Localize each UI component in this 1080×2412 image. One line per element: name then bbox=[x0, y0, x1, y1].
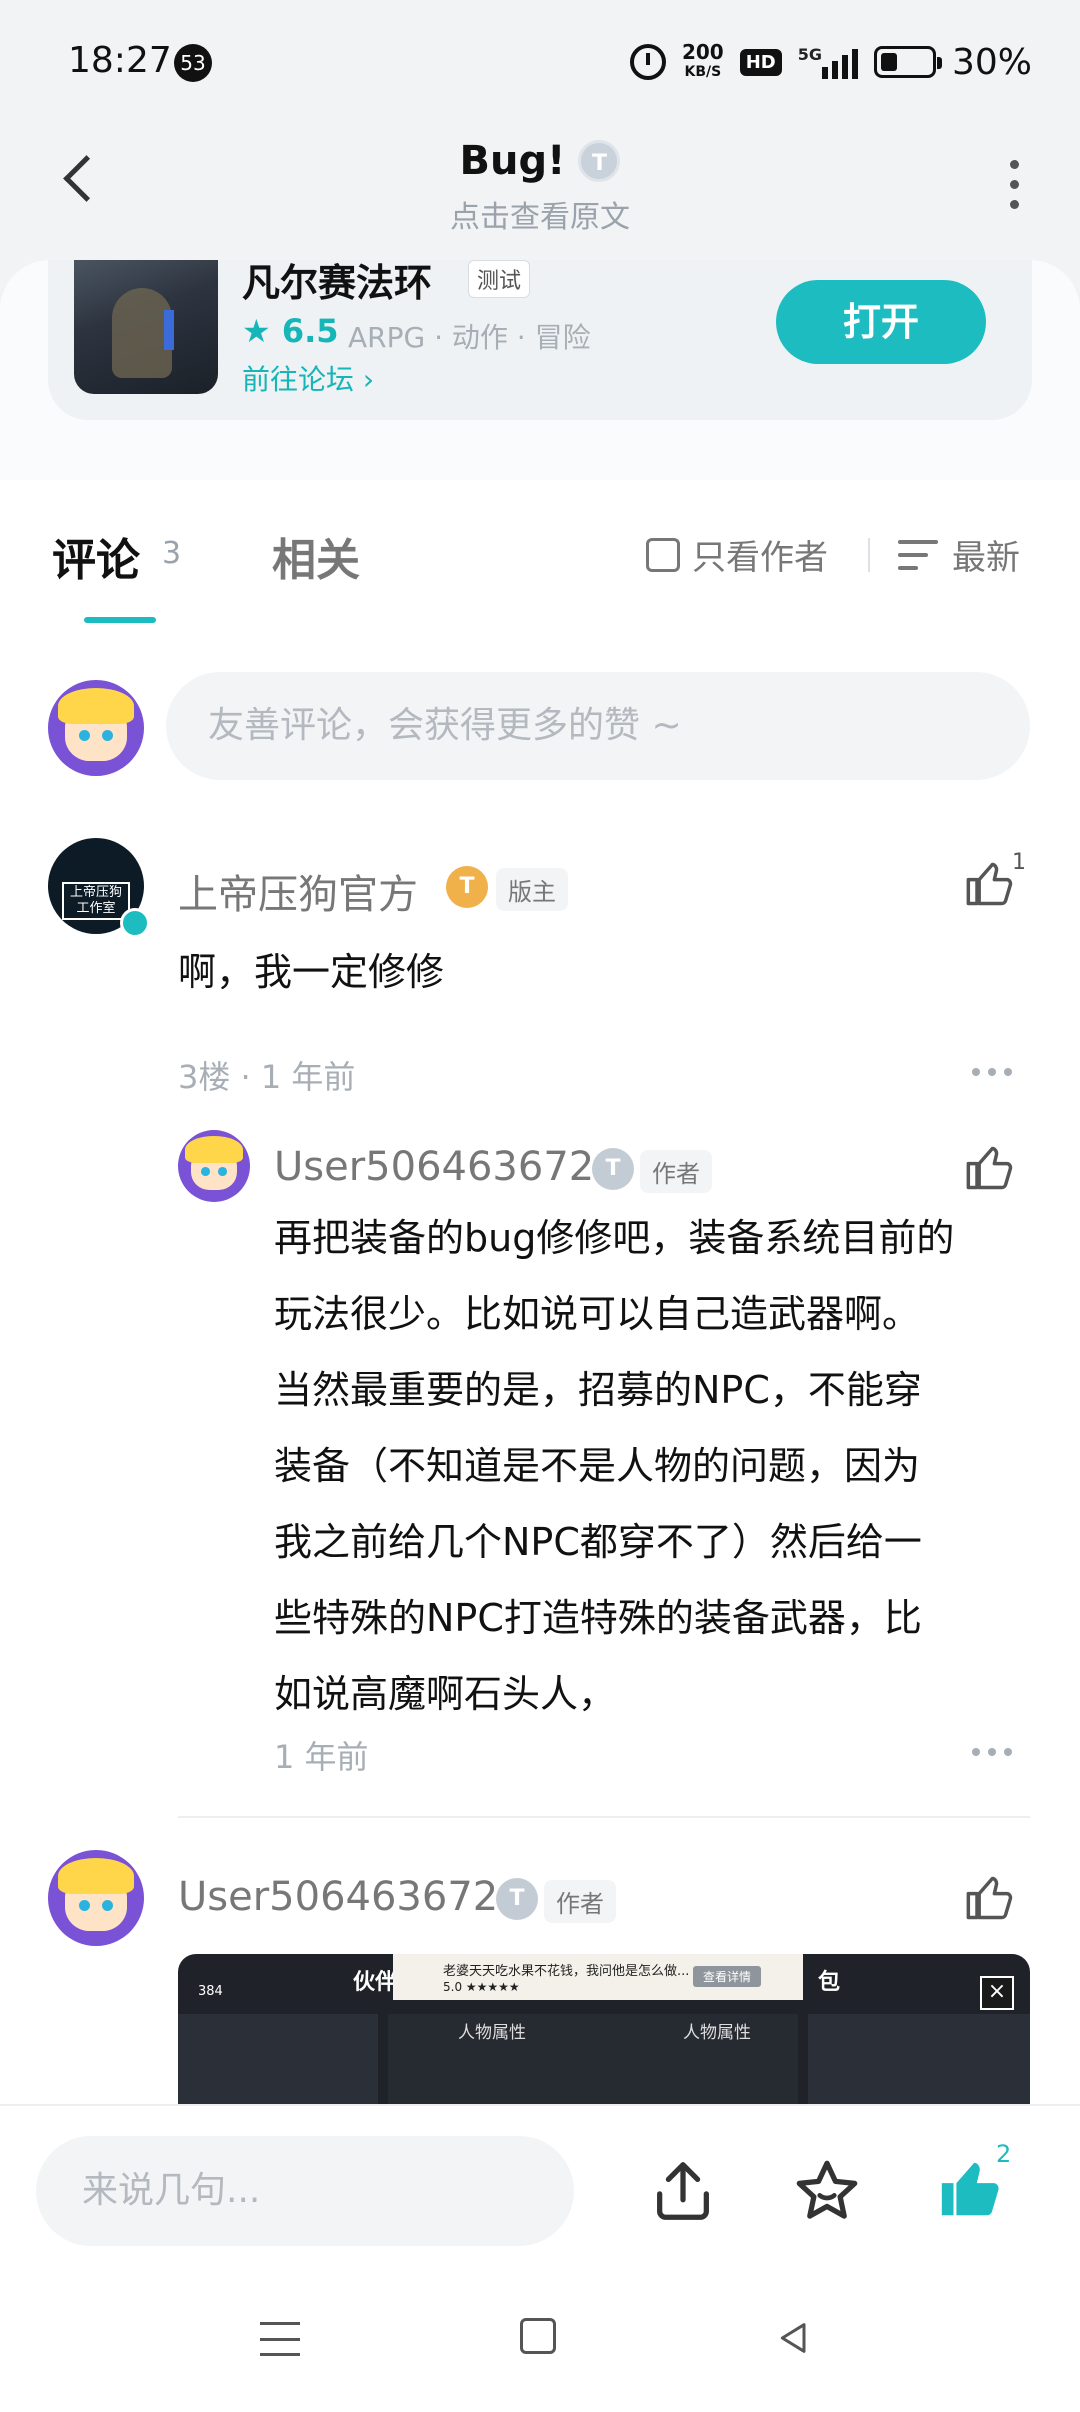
comment-username[interactable]: User506463672 bbox=[178, 1874, 498, 1920]
game-genre: ARPG · 动作 · 冒险 bbox=[348, 321, 591, 354]
reply-avatar[interactable] bbox=[178, 1130, 250, 1202]
signal-icon: 5G bbox=[798, 45, 858, 79]
moderator-tag: 版主 bbox=[496, 868, 568, 911]
comment-text: 啊，我一定修修 bbox=[178, 950, 445, 994]
battery-percent: 30% bbox=[951, 41, 1032, 83]
forum-link[interactable]: 前往论坛 › bbox=[242, 358, 374, 398]
bottom-action-bar: 来说几句... 2 bbox=[0, 2104, 1080, 2254]
post-like-count: 2 bbox=[996, 2140, 1012, 2168]
author-only-filter[interactable]: 只看作者 bbox=[646, 530, 828, 579]
status-bar: 18:27 53 200 KB/S HD 5G 30% bbox=[0, 0, 1080, 120]
user-level-badge: T bbox=[496, 1878, 538, 1920]
user-level-badge: T bbox=[446, 866, 488, 908]
game-rating: ★ 6.5 bbox=[242, 312, 339, 350]
thumb-up-icon[interactable] bbox=[964, 858, 1016, 910]
tab-comments[interactable]: 评论 bbox=[52, 524, 140, 588]
reply-meta: 1 年前 bbox=[274, 1738, 369, 1776]
view-original-link[interactable]: 点击查看原文 bbox=[0, 192, 1080, 236]
game-card[interactable]: 凡尔赛法环 测试 ★ 6.5 ARPG · 动作 · 冒险 前往论坛 › 打开 bbox=[48, 260, 1032, 420]
verified-icon bbox=[120, 908, 150, 938]
sort-icon bbox=[898, 538, 938, 572]
menu-icon[interactable] bbox=[260, 2322, 300, 2356]
like-count: 1 bbox=[1012, 850, 1026, 875]
clock: 18:27 bbox=[68, 40, 172, 81]
game-card-area: 凡尔赛法环 测试 ★ 6.5 ARPG · 动作 · 冒险 前往论坛 › 打开 bbox=[0, 260, 1080, 480]
battery-icon bbox=[873, 46, 942, 78]
sort-button[interactable]: 最新 bbox=[898, 530, 1020, 579]
user-level-badge: T bbox=[592, 1148, 634, 1190]
official-avatar[interactable]: 上帝压狗工作室 bbox=[48, 838, 150, 938]
author-level-badge: T bbox=[578, 140, 621, 182]
bag-label: 包 bbox=[818, 1970, 841, 1995]
comment-image[interactable]: 384 伙伴 包 老婆天天吃水果不花钱，我问他是怎么做... 5.0 ★★★★★… bbox=[178, 1954, 1030, 2104]
game-thumbnail[interactable] bbox=[74, 260, 218, 394]
chevron-right-icon: › bbox=[362, 363, 375, 396]
reply-text: 再把装备的bug修修吧，装备系统目前的 玩法很少。比如说可以自己造武器啊。 当然… bbox=[274, 1216, 955, 1716]
checkbox-icon[interactable] bbox=[646, 537, 680, 572]
divider bbox=[868, 538, 870, 572]
page-title: Bug! bbox=[459, 138, 566, 184]
tab-related[interactable]: 相关 bbox=[272, 524, 360, 588]
notification-count-badge: 53 bbox=[174, 44, 212, 82]
partner-label: 伙伴 bbox=[353, 1970, 398, 1995]
comment-meta: 3楼 · 1 年前 bbox=[178, 1058, 356, 1096]
share-icon[interactable] bbox=[648, 2156, 718, 2226]
title-row: Bug! T bbox=[0, 138, 1080, 184]
status-icons: 200 KB/S HD 5G 30% bbox=[629, 38, 1032, 86]
favorite-star-icon[interactable] bbox=[792, 2156, 862, 2226]
more-horiz-icon[interactable] bbox=[972, 1748, 1012, 1756]
back-triangle-icon[interactable] bbox=[774, 2318, 814, 2358]
comment-username[interactable]: 上帝压狗官方 bbox=[178, 862, 418, 920]
hd-icon: HD bbox=[739, 48, 782, 76]
star-icon: ★ bbox=[242, 312, 271, 350]
ad-banner: 老婆天天吃水果不花钱，我问他是怎么做... 5.0 ★★★★★ 查看详情 bbox=[393, 1954, 803, 2000]
thumb-up-icon[interactable] bbox=[964, 1872, 1016, 1924]
comments-count: 3 bbox=[162, 536, 182, 571]
tab-bar: 评论 3 相关 只看作者 最新 bbox=[0, 480, 1080, 630]
author-tag: 作者 bbox=[640, 1150, 712, 1193]
alarm-icon bbox=[629, 44, 666, 80]
more-vert-icon[interactable] bbox=[994, 154, 1034, 214]
coin-count: 384 bbox=[198, 1984, 223, 1999]
open-game-button[interactable]: 打开 bbox=[776, 280, 986, 364]
author-tag: 作者 bbox=[544, 1880, 616, 1923]
divider bbox=[178, 1816, 1030, 1818]
my-avatar[interactable] bbox=[48, 680, 144, 776]
system-navigation-bar bbox=[0, 2254, 1080, 2412]
close-icon: × bbox=[980, 1976, 1014, 2010]
thumb-up-icon[interactable] bbox=[964, 1142, 1016, 1194]
top-app-bar: Bug! T 点击查看原文 bbox=[0, 120, 1080, 260]
network-speed: 200 KB/S bbox=[681, 40, 724, 80]
home-square-icon[interactable] bbox=[520, 2318, 556, 2354]
more-horiz-icon[interactable] bbox=[972, 1068, 1012, 1076]
game-test-tag: 测试 bbox=[468, 260, 531, 298]
reply-username[interactable]: User506463672 bbox=[274, 1144, 594, 1190]
game-name: 凡尔赛法环 bbox=[242, 261, 433, 305]
reply-input[interactable]: 来说几句... bbox=[36, 2136, 574, 2246]
comment-input[interactable]: 友善评论，会获得更多的赞 ~ bbox=[166, 672, 1030, 780]
comment-avatar[interactable] bbox=[48, 1850, 144, 1946]
tab-indicator bbox=[84, 617, 156, 623]
comment-input-row: 友善评论，会获得更多的赞 ~ bbox=[0, 660, 1080, 800]
